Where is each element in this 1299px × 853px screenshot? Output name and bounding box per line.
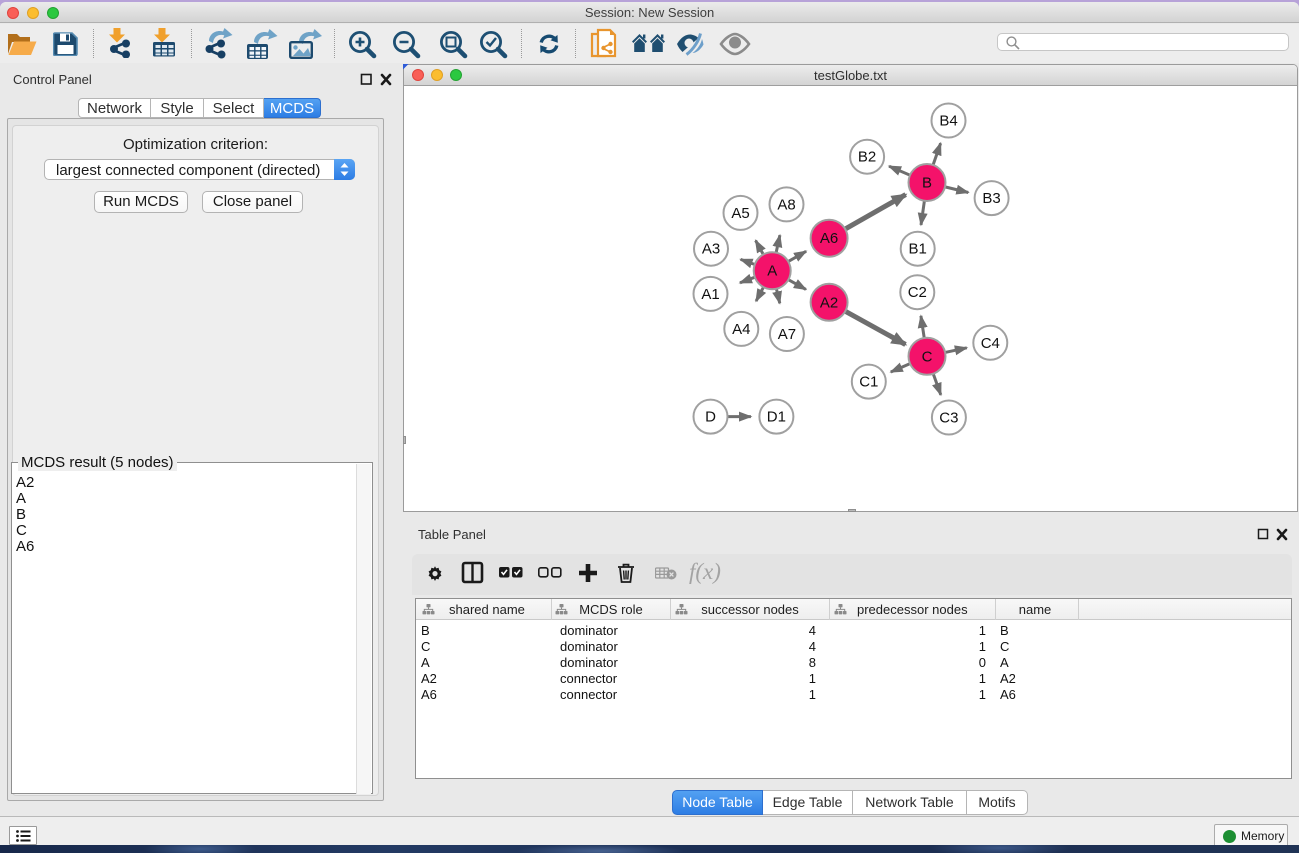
svg-text:A3: A3	[702, 241, 720, 258]
svg-text:A6: A6	[820, 230, 838, 247]
svg-text:C2: C2	[908, 284, 927, 301]
svg-text:C4: C4	[981, 335, 1000, 352]
svg-text:D: D	[705, 409, 716, 426]
svg-text:B4: B4	[939, 113, 957, 130]
svg-text:B2: B2	[858, 149, 876, 166]
svg-text:A: A	[767, 263, 777, 280]
svg-text:A7: A7	[778, 326, 796, 343]
svg-text:B3: B3	[982, 190, 1000, 207]
svg-text:D1: D1	[767, 409, 786, 426]
svg-text:C: C	[922, 348, 933, 365]
svg-text:A8: A8	[777, 196, 795, 213]
svg-text:B1: B1	[909, 241, 927, 258]
svg-text:C3: C3	[939, 410, 958, 427]
svg-text:B: B	[922, 175, 932, 192]
svg-text:C1: C1	[859, 374, 878, 391]
svg-text:A2: A2	[820, 294, 838, 311]
svg-text:A1: A1	[701, 286, 719, 303]
svg-text:A5: A5	[731, 205, 749, 222]
svg-text:A4: A4	[732, 321, 750, 338]
